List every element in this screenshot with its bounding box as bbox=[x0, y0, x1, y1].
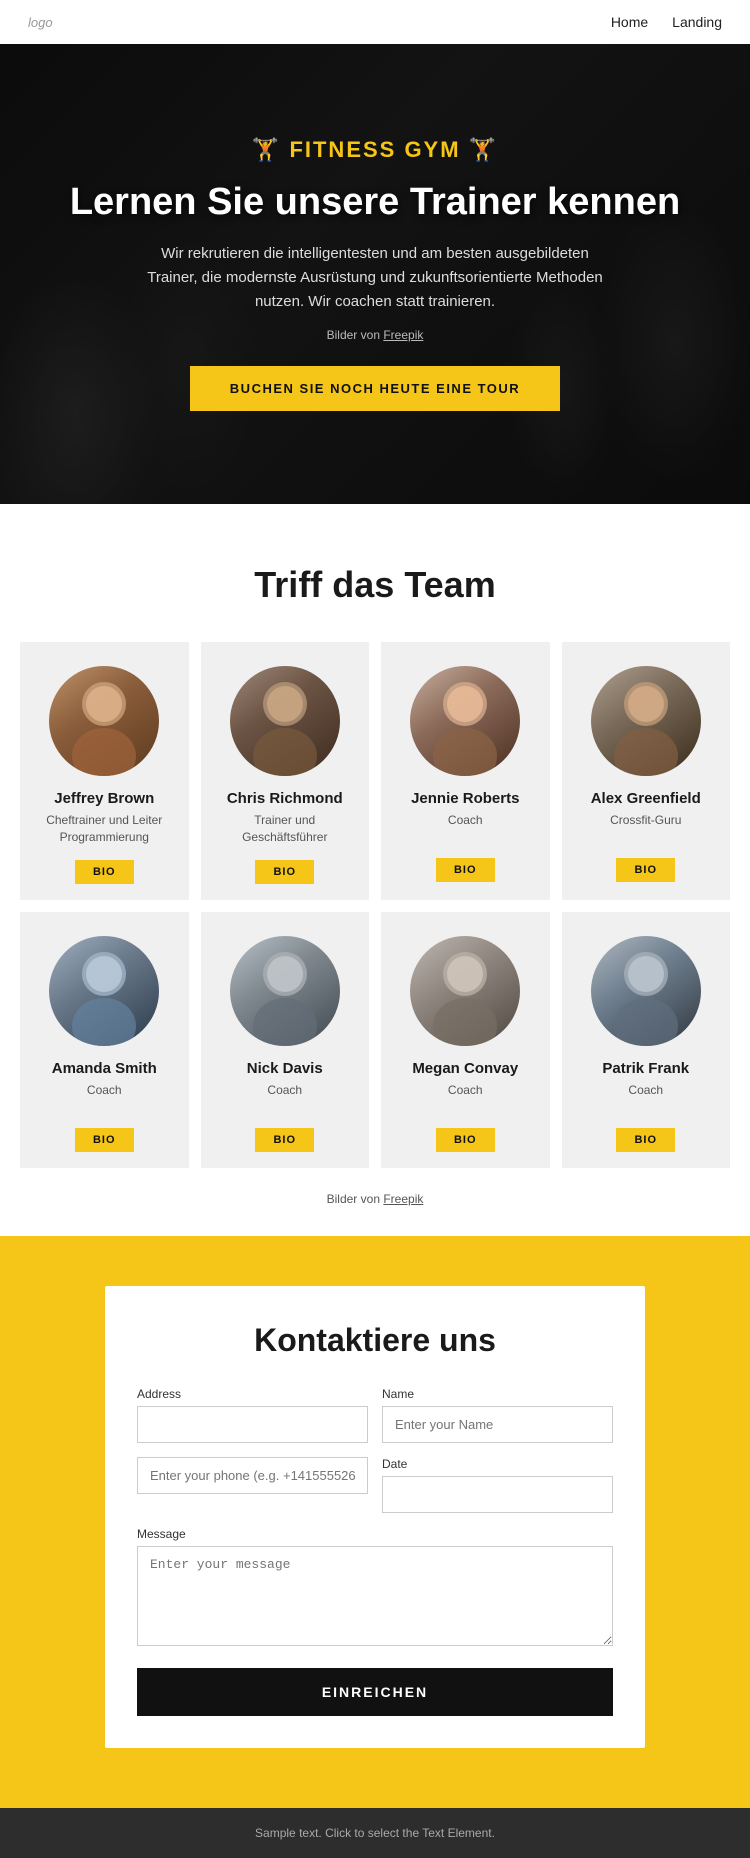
hero-credit-link[interactable]: Freepik bbox=[383, 328, 423, 342]
member-name-5: Amanda Smith bbox=[52, 1060, 157, 1077]
footer-text: Sample text. Click to select the Text El… bbox=[255, 1826, 495, 1840]
bio-button-7[interactable]: BIO bbox=[436, 1128, 495, 1152]
bio-button-6[interactable]: BIO bbox=[255, 1128, 314, 1152]
avatar-jeffrey-brown bbox=[49, 666, 159, 776]
address-label: Address bbox=[137, 1387, 368, 1401]
team-card-1: Jeffrey Brown Cheftrainer und Leiter Pro… bbox=[20, 642, 189, 900]
name-group: Name bbox=[382, 1387, 613, 1443]
hero-title: Lernen Sie unsere Trainer kennen bbox=[70, 181, 680, 224]
message-group: Message bbox=[137, 1527, 613, 1646]
team-card-5: Amanda Smith Coach BIO bbox=[20, 912, 189, 1168]
member-role-6: Coach bbox=[267, 1082, 302, 1114]
member-role-8: Coach bbox=[628, 1082, 663, 1114]
hero-brand-icon-right: 🏋 bbox=[469, 137, 498, 162]
contact-box: Kontaktiere uns Address Name Date Messag… bbox=[105, 1286, 645, 1748]
bio-button-2[interactable]: BIO bbox=[255, 860, 314, 884]
phone-input[interactable] bbox=[137, 1457, 368, 1494]
hero-credit: Bilder von Freepik bbox=[70, 328, 680, 342]
bio-button-5[interactable]: BIO bbox=[75, 1128, 134, 1152]
member-role-5: Coach bbox=[87, 1082, 122, 1114]
navbar: logo Home Landing bbox=[0, 0, 750, 44]
address-input[interactable] bbox=[137, 1406, 368, 1443]
contact-title: Kontaktiere uns bbox=[137, 1322, 613, 1359]
date-input[interactable] bbox=[382, 1476, 613, 1513]
member-name-2: Chris Richmond bbox=[227, 790, 343, 807]
contact-section: Kontaktiere uns Address Name Date Messag… bbox=[0, 1236, 750, 1808]
avatar-chris-richmond bbox=[230, 666, 340, 776]
address-group: Address bbox=[137, 1387, 368, 1443]
team-title: Triff das Team bbox=[20, 564, 730, 606]
team-card-8: Patrik Frank Coach BIO bbox=[562, 912, 731, 1168]
team-card-6: Nick Davis Coach BIO bbox=[201, 912, 370, 1168]
avatar-patrik-frank bbox=[591, 936, 701, 1046]
nav-links: Home Landing bbox=[611, 14, 722, 30]
member-role-4: Crossfit-Guru bbox=[610, 812, 681, 844]
hero-section: 🏋 FITNESS GYM 🏋 Lernen Sie unsere Traine… bbox=[0, 44, 750, 504]
bio-button-1[interactable]: BIO bbox=[75, 860, 134, 884]
team-credit-link[interactable]: Freepik bbox=[383, 1192, 423, 1206]
avatar-amanda-smith bbox=[49, 936, 159, 1046]
bio-button-3[interactable]: BIO bbox=[436, 858, 495, 882]
name-label: Name bbox=[382, 1387, 613, 1401]
bio-button-4[interactable]: BIO bbox=[616, 858, 675, 882]
hero-content: 🏋 FITNESS GYM 🏋 Lernen Sie unsere Traine… bbox=[30, 137, 720, 411]
team-card-4: Alex Greenfield Crossfit-Guru BIO bbox=[562, 642, 731, 900]
message-label: Message bbox=[137, 1527, 613, 1541]
member-name-1: Jeffrey Brown bbox=[54, 790, 154, 807]
bio-button-8[interactable]: BIO bbox=[616, 1128, 675, 1152]
team-grid: Jeffrey Brown Cheftrainer und Leiter Pro… bbox=[20, 642, 730, 1168]
nav-home[interactable]: Home bbox=[611, 14, 648, 30]
logo: logo bbox=[28, 15, 53, 30]
member-role-2: Trainer und Geschäftsführer bbox=[213, 812, 358, 846]
nav-landing[interactable]: Landing bbox=[672, 14, 722, 30]
hero-description: Wir rekrutieren die intelligentesten und… bbox=[145, 242, 605, 314]
message-textarea[interactable] bbox=[137, 1546, 613, 1646]
hero-cta-button[interactable]: BUCHEN SIE NOCH HEUTE EINE TOUR bbox=[190, 366, 560, 411]
member-role-7: Coach bbox=[448, 1082, 483, 1114]
date-group: Date bbox=[382, 1457, 613, 1513]
submit-button[interactable]: EINREICHEN bbox=[137, 1668, 613, 1716]
avatar-nick-davis bbox=[230, 936, 340, 1046]
date-label: Date bbox=[382, 1457, 613, 1471]
hero-brand-icon-left: 🏋 bbox=[252, 137, 281, 162]
avatar-jennie-roberts bbox=[410, 666, 520, 776]
name-input[interactable] bbox=[382, 1406, 613, 1443]
member-name-6: Nick Davis bbox=[247, 1060, 323, 1077]
avatar-megan-convay bbox=[410, 936, 520, 1046]
team-credit: Bilder von Freepik bbox=[20, 1192, 730, 1206]
footer: Sample text. Click to select the Text El… bbox=[0, 1808, 750, 1858]
team-card-2: Chris Richmond Trainer und Geschäftsführ… bbox=[201, 642, 370, 900]
hero-brand: 🏋 FITNESS GYM 🏋 bbox=[70, 137, 680, 163]
member-role-1: Cheftrainer und Leiter Programmierung bbox=[32, 812, 177, 846]
member-name-8: Patrik Frank bbox=[602, 1060, 689, 1077]
team-section: Triff das Team Jeffrey Brown Cheftrainer… bbox=[0, 504, 750, 1236]
member-name-7: Megan Convay bbox=[412, 1060, 518, 1077]
team-card-7: Megan Convay Coach BIO bbox=[381, 912, 550, 1168]
member-name-4: Alex Greenfield bbox=[591, 790, 701, 807]
member-name-3: Jennie Roberts bbox=[411, 790, 519, 807]
member-role-3: Coach bbox=[448, 812, 483, 844]
form-row-1: Address Name bbox=[137, 1387, 613, 1443]
team-card-3: Jennie Roberts Coach BIO bbox=[381, 642, 550, 900]
form-row-2: Date bbox=[137, 1457, 613, 1513]
phone-group bbox=[137, 1457, 368, 1513]
avatar-alex-greenfield bbox=[591, 666, 701, 776]
